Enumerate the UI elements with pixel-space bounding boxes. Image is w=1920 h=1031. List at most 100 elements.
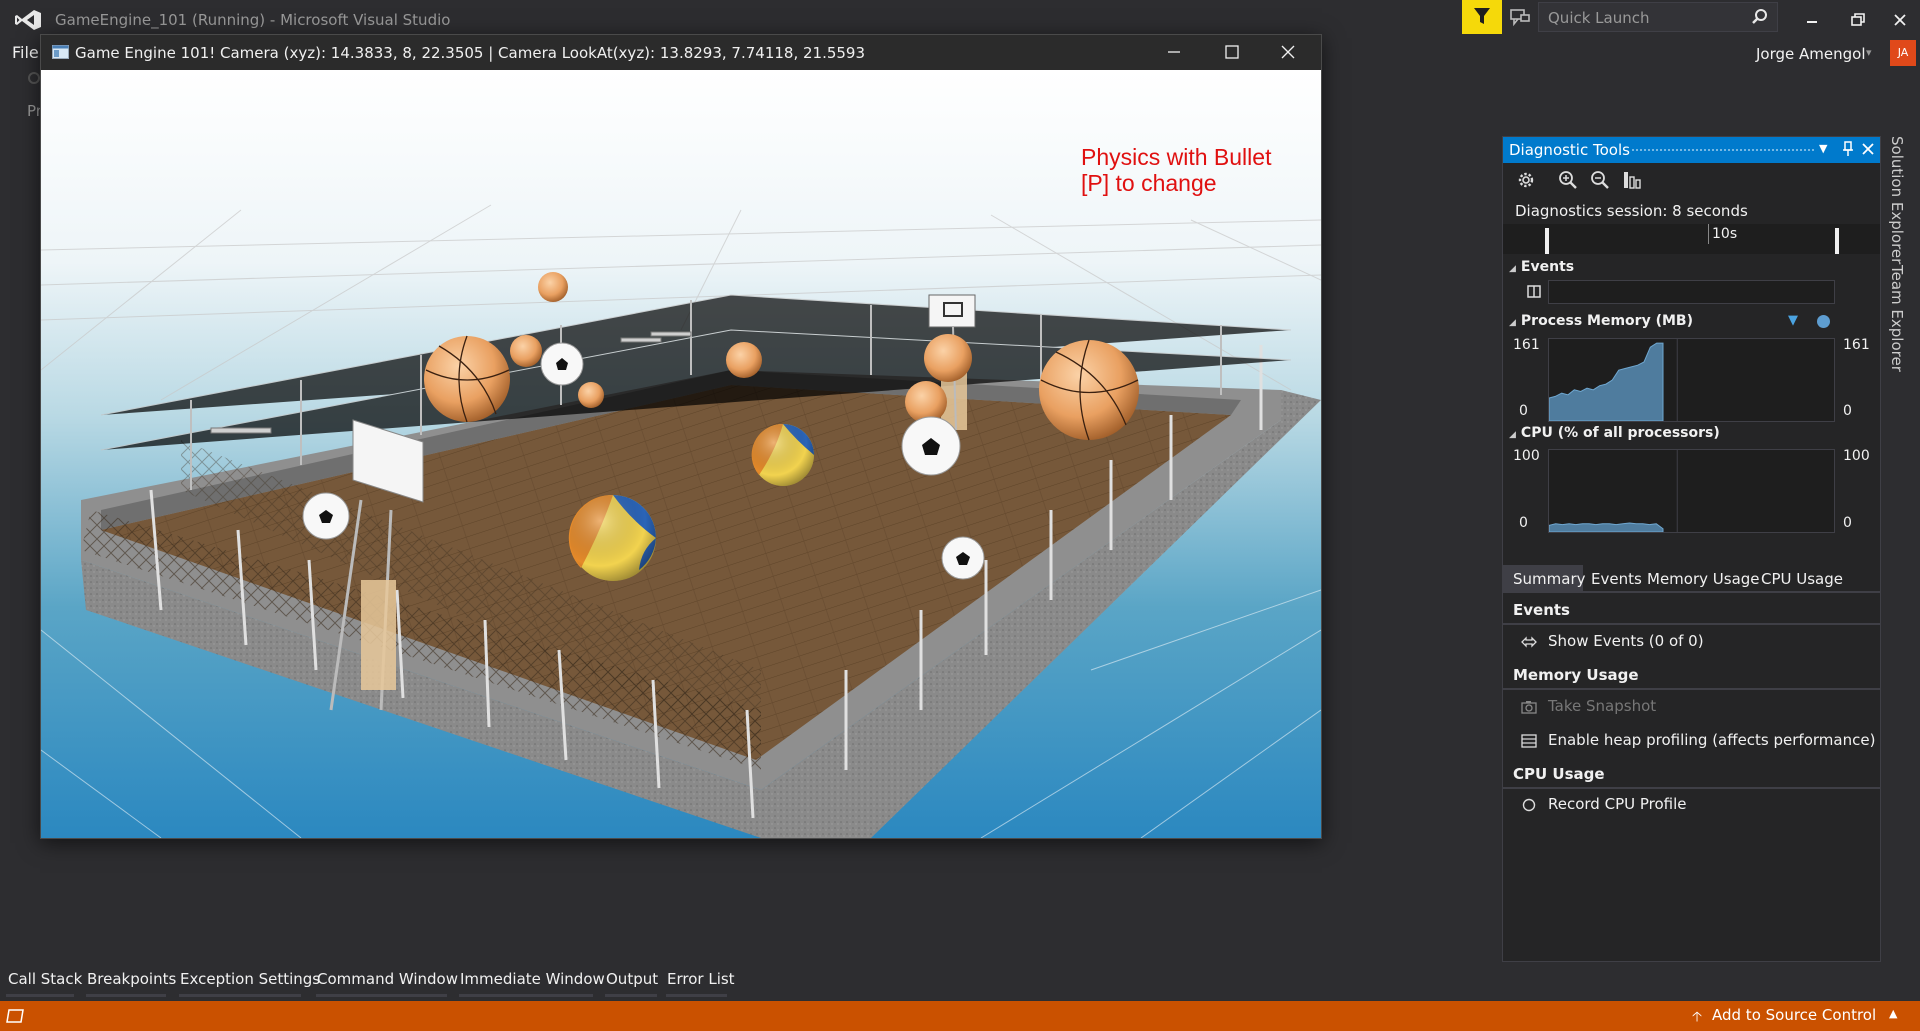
reset-view-icon[interactable] bbox=[1621, 169, 1643, 191]
take-snapshot-button[interactable]: Take Snapshot bbox=[1548, 697, 1656, 715]
tab-team-explorer[interactable]: Team Explorer bbox=[1888, 265, 1906, 372]
tab-cpu-usage[interactable]: CPU Usage bbox=[1761, 570, 1843, 588]
tab-output[interactable]: Output bbox=[606, 970, 658, 988]
cpu-section-header[interactable]: ◢ CPU (% of all processors) bbox=[1509, 425, 1720, 441]
tab-immediate-window[interactable]: Immediate Window bbox=[460, 970, 605, 988]
panel-title: Diagnostic Tools bbox=[1509, 141, 1630, 159]
arrow-up-icon: 🡡 bbox=[1692, 1009, 1703, 1025]
camera-icon bbox=[1521, 701, 1537, 714]
timeline-end-handle[interactable] bbox=[1835, 228, 1839, 254]
pin-icon[interactable] bbox=[1840, 140, 1856, 158]
physics-overlay-text: Physics with Bullet [P] to change bbox=[1081, 144, 1271, 196]
menu-file[interactable]: File bbox=[12, 43, 39, 62]
cpu-axis-max-left: 100 bbox=[1513, 448, 1540, 464]
quick-launch-placeholder: Quick Launch bbox=[1548, 9, 1650, 27]
diagnostic-tools-header[interactable]: Diagnostic Tools ▼ bbox=[1503, 137, 1880, 163]
record-cpu-profile-button[interactable]: Record CPU Profile bbox=[1548, 795, 1687, 813]
bottom-tool-tabs: Call Stack Breakpoints Exception Setting… bbox=[0, 963, 1920, 1001]
cpu-header-label: CPU (% of all processors) bbox=[1520, 425, 1720, 441]
tab-underline bbox=[666, 994, 727, 997]
caret-up-icon[interactable]: ▲ bbox=[1889, 1007, 1897, 1020]
tab-underline bbox=[459, 994, 593, 997]
summary-events-heading: Events bbox=[1503, 595, 1880, 625]
feedback-icon[interactable] bbox=[1508, 5, 1532, 29]
cpu-axis-min-left: 0 bbox=[1519, 515, 1528, 531]
summary-memory-heading: Memory Usage bbox=[1503, 660, 1880, 690]
timeline-start-handle[interactable] bbox=[1545, 228, 1549, 254]
window-menu-icon[interactable]: ▼ bbox=[1819, 142, 1827, 155]
game-window-title: Game Engine 101! Camera (xyz): 14.3833, … bbox=[75, 44, 866, 62]
close-icon[interactable] bbox=[1860, 141, 1876, 157]
visual-studio-logo-icon bbox=[15, 10, 41, 30]
memory-chart-plot bbox=[1549, 339, 1678, 421]
events-header-label: Events bbox=[1520, 259, 1575, 275]
window-title: GameEngine_101 (Running) - Microsoft Vis… bbox=[55, 11, 451, 29]
tab-underline bbox=[316, 994, 447, 997]
tab-events[interactable]: Events bbox=[1591, 570, 1642, 588]
flag-icon bbox=[1474, 8, 1490, 24]
summary-cpu-heading: CPU Usage bbox=[1503, 759, 1880, 789]
zoom-in-icon[interactable] bbox=[1557, 169, 1579, 191]
cpu-axis-max-right: 100 bbox=[1843, 448, 1870, 464]
snapshot-marker-icon: ▼ bbox=[1788, 313, 1798, 328]
tab-breakpoints[interactable]: Breakpoints bbox=[87, 970, 176, 988]
tab-exception-settings[interactable]: Exception Settings bbox=[180, 970, 320, 988]
notifications-button[interactable] bbox=[1462, 0, 1502, 34]
maximize-icon[interactable] bbox=[1221, 41, 1243, 63]
tab-summary[interactable]: Summary bbox=[1513, 570, 1586, 588]
gc-marker-icon bbox=[1817, 315, 1830, 328]
collapse-icon[interactable]: ◢ bbox=[1509, 430, 1516, 440]
restore-icon[interactable] bbox=[1846, 8, 1870, 32]
quick-launch-input[interactable]: Quick Launch bbox=[1538, 2, 1778, 32]
tab-underline bbox=[6, 994, 74, 997]
cpu-chart[interactable] bbox=[1548, 449, 1835, 533]
tab-call-stack[interactable]: Call Stack bbox=[8, 970, 82, 988]
timeline-ruler[interactable]: 10s bbox=[1503, 224, 1880, 254]
memory-section-header[interactable]: ◢ Process Memory (MB) bbox=[1509, 313, 1693, 329]
tab-underline bbox=[605, 994, 657, 997]
add-to-source-control-button[interactable]: Add to Source Control bbox=[1712, 1006, 1876, 1024]
enable-heap-profiling-checkbox[interactable]: Enable heap profiling (affects performan… bbox=[1548, 731, 1875, 749]
collapse-icon[interactable]: ◢ bbox=[1509, 264, 1516, 274]
minimize-icon[interactable] bbox=[1163, 41, 1185, 63]
events-track[interactable] bbox=[1548, 280, 1835, 304]
avatar[interactable]: JA bbox=[1890, 40, 1916, 66]
diagnostic-tabs: Summary Events Memory Usage CPU Usage bbox=[1503, 565, 1880, 593]
memory-chart[interactable] bbox=[1548, 338, 1835, 422]
output-window-icon[interactable] bbox=[6, 1008, 24, 1024]
drag-handle[interactable] bbox=[1631, 148, 1815, 153]
settings-icon[interactable] bbox=[1515, 169, 1537, 191]
physics-toggle-hint: [P] to change bbox=[1081, 170, 1217, 196]
user-name[interactable]: Jorge Amengol bbox=[1756, 45, 1866, 63]
diagnostic-tools-panel: Diagnostic Tools ▼ Diagnostics session: … bbox=[1502, 136, 1881, 962]
mem-svg-series bbox=[1549, 342, 1664, 421]
close-icon[interactable] bbox=[1277, 41, 1299, 63]
toolbar-ghost-icon bbox=[28, 72, 40, 84]
events-section-header[interactable]: ◢ Events bbox=[1509, 259, 1574, 275]
tab-memory-usage[interactable]: Memory Usage bbox=[1647, 570, 1760, 588]
game-viewport[interactable]: Physics with Bullet [P] to change bbox=[41, 70, 1321, 838]
cpu-chart-plot bbox=[1549, 450, 1678, 532]
memory-header-label: Process Memory (MB) bbox=[1520, 313, 1693, 329]
tab-solution-explorer[interactable]: Solution Explorer bbox=[1888, 136, 1906, 264]
minimize-icon[interactable] bbox=[1800, 8, 1824, 32]
close-icon[interactable] bbox=[1888, 8, 1912, 32]
session-duration: Diagnostics session: 8 seconds bbox=[1515, 202, 1748, 220]
app-window-icon bbox=[52, 45, 69, 59]
tab-error-list[interactable]: Error List bbox=[667, 970, 735, 988]
events-pause-icon[interactable] bbox=[1527, 285, 1541, 298]
tab-command-window[interactable]: Command Window bbox=[317, 970, 458, 988]
side-tab-strip: Solution Explorer Team Explorer bbox=[1886, 130, 1916, 470]
game-window[interactable]: Game Engine 101! Camera (xyz): 14.3833, … bbox=[40, 34, 1322, 839]
game-title-bar[interactable]: Game Engine 101! Camera (xyz): 14.3833, … bbox=[41, 35, 1321, 70]
zoom-out-icon[interactable] bbox=[1589, 169, 1611, 191]
user-menu-caret-icon[interactable]: ▾ bbox=[1866, 46, 1872, 59]
search-icon[interactable] bbox=[1751, 8, 1769, 26]
collapse-icon[interactable]: ◢ bbox=[1509, 318, 1516, 328]
show-events-icon bbox=[1521, 636, 1537, 648]
show-events-link[interactable]: Show Events (0 of 0) bbox=[1548, 632, 1704, 650]
cpu-axis-min-right: 0 bbox=[1843, 515, 1852, 531]
status-bar: 🡡 Add to Source Control ▲ bbox=[0, 1001, 1920, 1031]
tab-underline bbox=[179, 994, 301, 997]
record-icon bbox=[1522, 798, 1536, 812]
